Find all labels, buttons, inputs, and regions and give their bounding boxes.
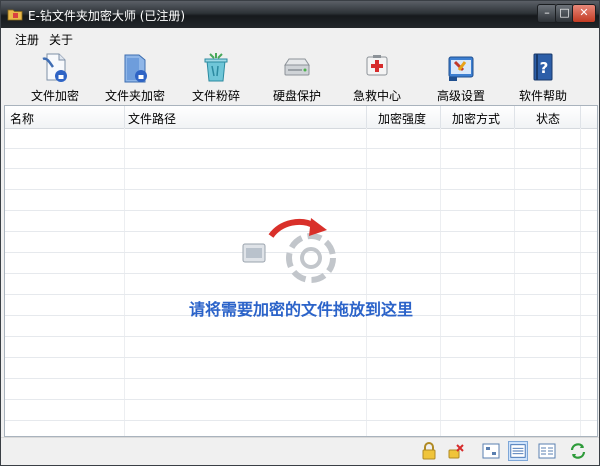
encrypted-files-list[interactable]: 名称 文件路径 加密强度 加密方式 状态 请将需要加密的文件拖放到这里 (4, 105, 598, 437)
tool-label: 高级设置 (436, 89, 485, 103)
tool-label: 文件加密 (30, 89, 79, 103)
grid-column-line (366, 128, 367, 436)
grid-column-line (514, 128, 515, 436)
grid-row-line (5, 336, 597, 337)
column-divider[interactable] (580, 106, 581, 128)
grid-row-line (5, 420, 597, 421)
grid-row-line (5, 399, 597, 400)
grid-column-line (580, 128, 581, 436)
minimize-button[interactable]: – (537, 4, 557, 23)
grid-row-line (5, 148, 597, 149)
lock-button[interactable] (419, 441, 439, 461)
list-view-icon (538, 443, 556, 459)
file-shred-button[interactable]: 文件粉碎 (178, 47, 254, 105)
grid-row-line (5, 294, 597, 295)
grid-row-line (5, 378, 597, 379)
close-button[interactable]: ✕ (572, 4, 596, 23)
app-window: E-钻文件夹加密大师 (已注册) – □ ✕ 注册 关于 文件加密 文件夹加密 … (0, 0, 600, 466)
column-header-strength[interactable]: 加密强度 (378, 110, 426, 127)
grid-column-line (440, 128, 441, 436)
unlock-button[interactable] (446, 441, 466, 461)
disk-protect-button[interactable]: 硬盘保护 (259, 47, 335, 105)
rescue-center-button[interactable]: 急救中心 (339, 47, 415, 105)
grid-row-line (5, 210, 597, 211)
large-icons-view-button[interactable] (481, 441, 501, 461)
tool-label: 硬盘保护 (272, 89, 321, 103)
menu-register[interactable]: 注册 (15, 31, 39, 48)
drop-target-icon (242, 218, 336, 283)
large-icons-view-icon (482, 443, 500, 459)
list-view-button[interactable] (537, 441, 557, 461)
file-encrypt-button[interactable]: 文件加密 (17, 47, 93, 105)
column-divider[interactable] (366, 106, 367, 128)
column-divider[interactable] (124, 106, 125, 128)
unlock-icon (448, 444, 464, 459)
tool-label: 文件粉碎 (191, 89, 240, 103)
tool-label: 软件帮助 (518, 89, 567, 103)
app-folder-icon (7, 9, 23, 21)
column-header-path[interactable]: 文件路径 (128, 110, 176, 127)
menu-about[interactable]: 关于 (49, 31, 73, 48)
advanced-settings-button[interactable]: 高级设置 (423, 47, 499, 105)
grid-row-line (5, 189, 597, 190)
details-view-button[interactable] (508, 441, 528, 461)
folder-encrypt-button[interactable]: 文件夹加密 (97, 47, 173, 105)
close-icon: ✕ (579, 6, 589, 19)
tool-label: 文件夹加密 (104, 89, 165, 103)
status-bar (1, 437, 599, 465)
rescue-center-icon (366, 55, 388, 76)
help-button[interactable]: ? 软件帮助 (505, 47, 581, 105)
window-title: E-钻文件夹加密大师 (已注册) (28, 9, 186, 23)
list-header: 名称 文件路径 加密强度 加密方式 状态 (5, 106, 597, 129)
details-view-icon (510, 444, 526, 458)
column-header-status[interactable]: 状态 (536, 110, 560, 127)
refresh-button[interactable] (568, 441, 588, 461)
file-encrypt-icon (42, 53, 67, 82)
minimize-icon: – (544, 6, 550, 19)
title-bar[interactable]: E-钻文件夹加密大师 (已注册) – □ ✕ (1, 1, 599, 28)
toolbar: 文件加密 文件夹加密 文件粉碎 硬盘保护 急救中心 高级设置 ? 软件帮助 (1, 47, 599, 105)
grid-row-line (5, 357, 597, 358)
folder-encrypt-icon (124, 54, 147, 83)
lock-icon (422, 442, 436, 460)
column-divider[interactable] (440, 106, 441, 128)
column-divider[interactable] (514, 106, 515, 128)
tool-label: 急救中心 (352, 89, 401, 103)
file-shred-icon (204, 53, 228, 82)
drop-hint-text: 请将需要加密的文件拖放到这里 (188, 300, 413, 319)
grid-row-line (5, 168, 597, 169)
menu-bar: 注册 关于 (1, 28, 599, 47)
column-header-method[interactable]: 加密方式 (452, 110, 500, 127)
advanced-settings-icon (448, 56, 474, 81)
svg-text:?: ? (540, 59, 549, 77)
grid-column-line (124, 128, 125, 436)
column-header-name[interactable]: 名称 (10, 110, 34, 127)
disk-protect-icon (284, 58, 310, 76)
maximize-icon: □ (559, 6, 570, 19)
refresh-icon (570, 443, 586, 459)
help-book-icon: ? (533, 53, 553, 81)
